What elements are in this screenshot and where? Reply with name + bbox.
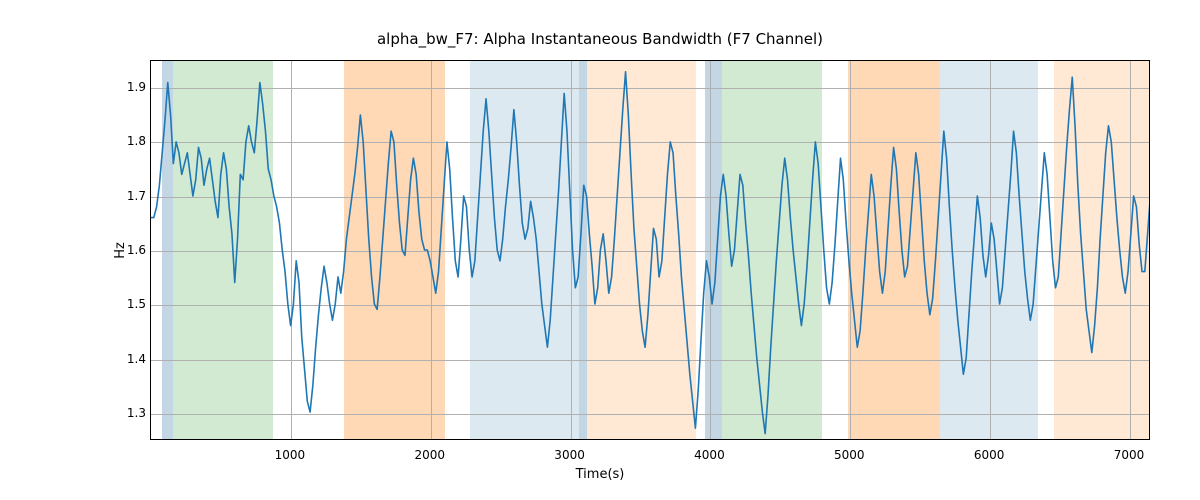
x-tick-label: 5000 — [834, 448, 865, 462]
chart-title: alpha_bw_F7: Alpha Instantaneous Bandwid… — [0, 30, 1200, 48]
x-tick-label: 1000 — [275, 448, 306, 462]
data-line — [151, 61, 1149, 439]
y-tick-label: 1.9 — [118, 80, 146, 94]
y-tick-label: 1.6 — [118, 243, 146, 257]
plot-area — [150, 60, 1150, 440]
y-tick-label: 1.3 — [118, 406, 146, 420]
x-tick-label: 7000 — [1114, 448, 1145, 462]
figure: alpha_bw_F7: Alpha Instantaneous Bandwid… — [0, 0, 1200, 500]
x-tick-label: 6000 — [974, 448, 1005, 462]
x-axis-label: Time(s) — [0, 467, 1200, 482]
y-tick-label: 1.5 — [118, 297, 146, 311]
y-tick-label: 1.4 — [118, 352, 146, 366]
y-tick-label: 1.8 — [118, 134, 146, 148]
series-line — [151, 72, 1150, 434]
x-tick-label: 4000 — [694, 448, 725, 462]
x-tick-label: 3000 — [554, 448, 585, 462]
x-tick-label: 2000 — [414, 448, 445, 462]
y-tick-label: 1.7 — [118, 189, 146, 203]
